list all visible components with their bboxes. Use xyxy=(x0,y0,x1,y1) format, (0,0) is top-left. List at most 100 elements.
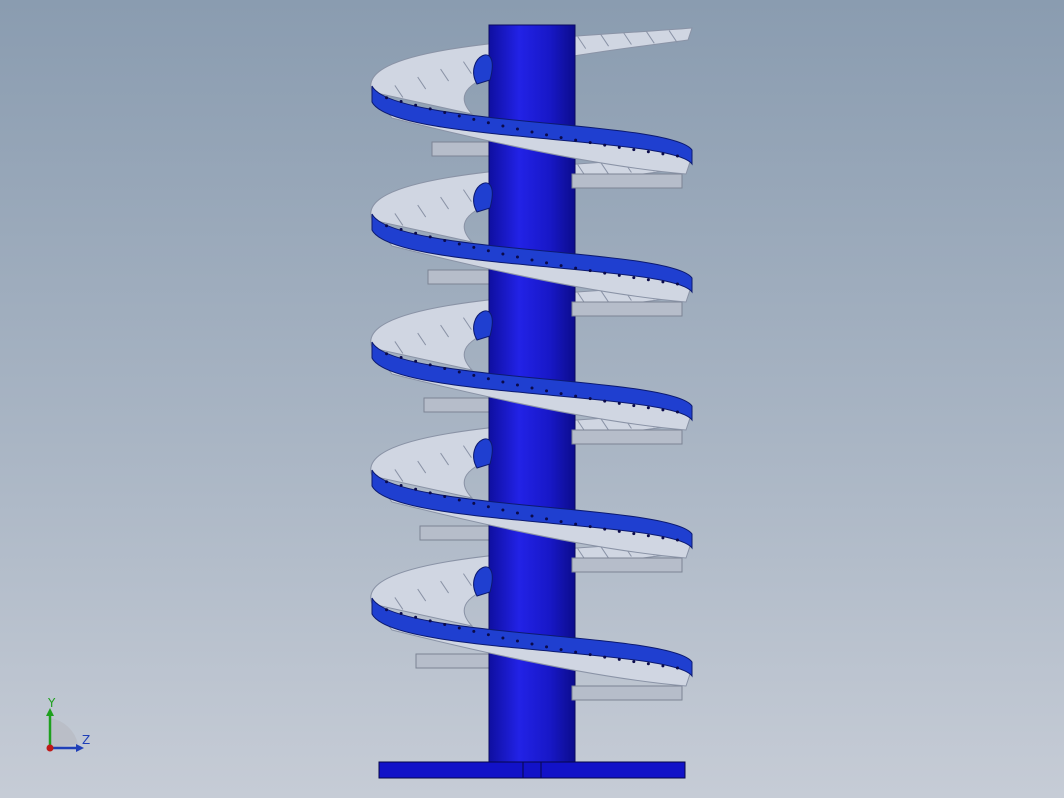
rail-hole xyxy=(588,397,592,401)
base-plate xyxy=(378,761,686,779)
rail-hole xyxy=(646,662,650,666)
rail-hole xyxy=(574,394,578,398)
rail-hole xyxy=(632,404,636,408)
rail-hole xyxy=(515,383,519,387)
rail-hole xyxy=(443,238,447,242)
rail-hole xyxy=(603,527,607,531)
rail-hole xyxy=(661,408,665,412)
rail-hole xyxy=(515,255,519,259)
rail-hole xyxy=(545,645,549,649)
rail-hole xyxy=(457,242,461,246)
rail-hole xyxy=(443,110,447,114)
rail-hole xyxy=(530,642,534,646)
rail-hole xyxy=(428,107,432,111)
rail-hole xyxy=(472,245,476,249)
rail-hole xyxy=(545,133,549,137)
rail-hole xyxy=(399,356,403,360)
rail-hole xyxy=(472,373,476,377)
rail-hole xyxy=(661,152,665,156)
rail-hole xyxy=(574,138,578,142)
rail-hole xyxy=(559,264,563,268)
support-bracket-right xyxy=(571,429,683,445)
rail-hole xyxy=(559,136,563,140)
rail-hole xyxy=(428,619,432,623)
rail-hole xyxy=(414,359,418,363)
rail-hole xyxy=(486,505,490,509)
rail-hole xyxy=(443,366,447,370)
rail-hole xyxy=(399,228,403,232)
rail-hole xyxy=(515,639,519,643)
rail-hole xyxy=(545,517,549,521)
rail-hole xyxy=(588,653,592,657)
spiral-conveyor-model[interactable] xyxy=(0,0,1064,798)
rail-hole xyxy=(632,148,636,152)
rail-hole xyxy=(399,612,403,616)
rail-hole xyxy=(530,258,534,262)
rail-hole xyxy=(457,626,461,630)
rail-hole xyxy=(574,266,578,270)
rail-hole xyxy=(603,143,607,147)
support-bracket-right xyxy=(571,685,683,701)
rail-hole xyxy=(646,278,650,282)
rail-hole xyxy=(501,636,505,640)
rail-hole xyxy=(588,525,592,529)
rail-hole xyxy=(414,487,418,491)
rail-hole xyxy=(501,252,505,256)
rail-hole xyxy=(472,629,476,633)
graphics-viewport[interactable]: Y Z xyxy=(0,0,1064,798)
rail-hole xyxy=(559,520,563,524)
triad-y-label: Y xyxy=(48,696,56,710)
rail-hole xyxy=(472,117,476,121)
rail-hole xyxy=(414,103,418,107)
rail-hole xyxy=(617,401,621,405)
rail-hole xyxy=(385,224,389,228)
rail-hole xyxy=(428,235,432,239)
rail-hole xyxy=(501,380,505,384)
rail-hole xyxy=(632,532,636,536)
rail-hole xyxy=(530,130,534,134)
rail-hole xyxy=(661,536,665,540)
rail-hole xyxy=(385,608,389,612)
rail-hole xyxy=(385,480,389,484)
rail-hole xyxy=(530,386,534,390)
rail-hole xyxy=(632,276,636,280)
rail-hole xyxy=(574,522,578,526)
rail-hole xyxy=(617,145,621,149)
rail-hole xyxy=(414,231,418,235)
rail-hole xyxy=(646,534,650,538)
rail-hole xyxy=(588,269,592,273)
rail-hole xyxy=(385,96,389,100)
rail-hole xyxy=(486,633,490,637)
rail-hole xyxy=(414,615,418,619)
rail-hole xyxy=(385,352,389,356)
triad-z-label: Z xyxy=(82,733,91,747)
coordinate-triad: Y Z xyxy=(38,696,98,756)
rail-hole xyxy=(617,273,621,277)
rail-hole xyxy=(428,491,432,495)
support-bracket-right xyxy=(571,557,683,573)
rail-hole xyxy=(457,370,461,374)
rail-hole xyxy=(675,538,679,542)
rail-hole xyxy=(428,363,432,367)
rail-hole xyxy=(646,406,650,410)
rail-hole xyxy=(603,399,607,403)
rail-hole xyxy=(675,666,679,670)
rail-hole xyxy=(530,514,534,518)
rail-hole xyxy=(399,484,403,488)
rail-hole xyxy=(443,622,447,626)
rail-hole xyxy=(545,261,549,265)
triad-axes-icon xyxy=(46,708,84,752)
rail-hole xyxy=(617,529,621,533)
rail-hole xyxy=(559,392,563,396)
rail-hole xyxy=(443,494,447,498)
rail-hole xyxy=(675,154,679,158)
rail-hole xyxy=(661,280,665,284)
rail-hole xyxy=(617,657,621,661)
support-bracket-right xyxy=(571,301,683,317)
support-bracket-right xyxy=(571,173,683,189)
rail-hole xyxy=(501,508,505,512)
rail-hole xyxy=(486,121,490,125)
rail-hole xyxy=(515,511,519,515)
rail-hole xyxy=(675,410,679,414)
rail-hole xyxy=(457,114,461,118)
